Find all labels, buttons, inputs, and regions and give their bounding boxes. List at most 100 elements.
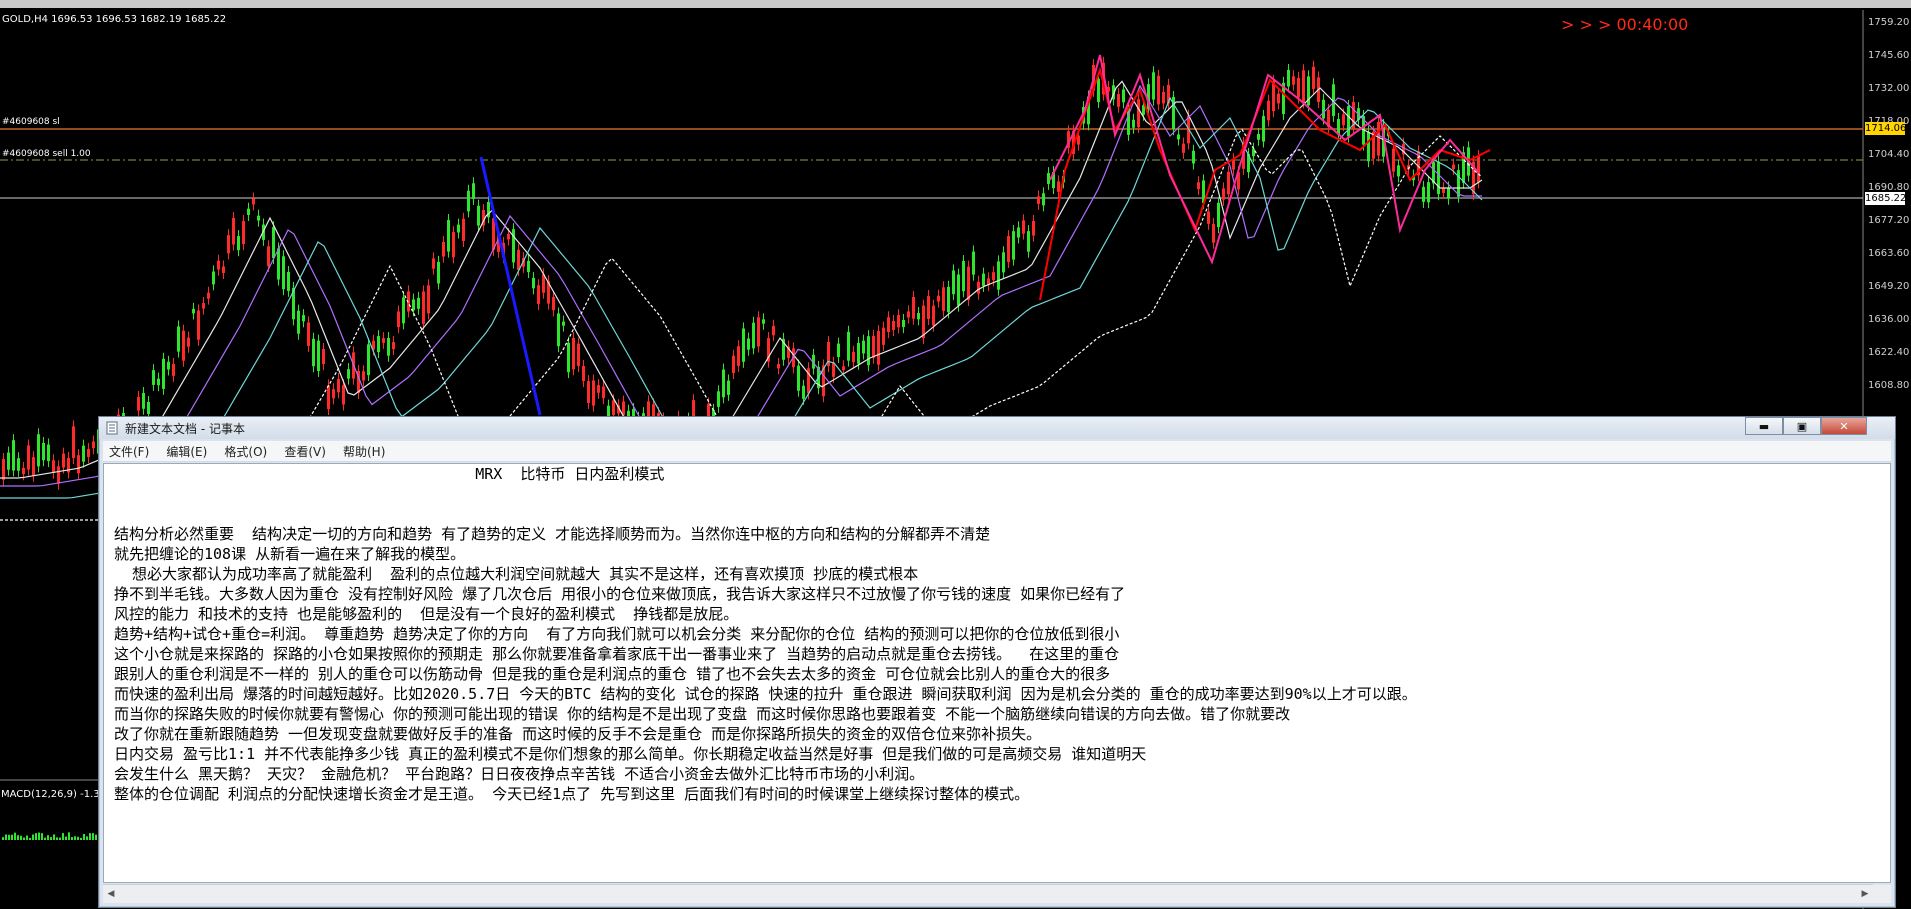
candle-body <box>437 261 440 284</box>
notepad-window[interactable]: 新建文本文档 - 记事本 ▬ ▣ ✕ 文件(F) 编辑(E) 格式(O) 查看(… <box>98 416 1896 908</box>
menu-format[interactable]: 格式(O) <box>218 442 273 462</box>
candle-body <box>927 296 930 320</box>
candle-body <box>12 440 15 471</box>
candle-body <box>1292 76 1295 85</box>
horizontal-scrollbar[interactable]: ◀ ▶ <box>103 884 1873 903</box>
candle-body <box>1287 69 1290 87</box>
candle-body <box>727 380 730 395</box>
candle-body <box>592 380 595 406</box>
candle-body <box>997 261 1000 290</box>
candle-body <box>877 330 880 365</box>
candle-body <box>967 266 970 301</box>
candle-body <box>1117 94 1120 107</box>
menu-file[interactable]: 文件(F) <box>103 442 155 462</box>
close-button[interactable]: ✕ <box>1821 417 1867 435</box>
document-text[interactable]: MRX 比特币 日内盈利模式 结构分析必然重要 结构决定一切的方向和趋势 有了趋… <box>114 464 1866 804</box>
candle-body <box>1422 186 1425 202</box>
notepad-titlebar[interactable]: 新建文本文档 - 记事本 ▬ ▣ ✕ <box>99 417 1895 439</box>
notepad-icon <box>106 421 118 435</box>
candle-body <box>52 460 55 473</box>
candle-body <box>527 260 530 273</box>
macd-bar <box>35 833 37 840</box>
candle-body <box>892 320 895 330</box>
candle-body <box>1197 182 1200 190</box>
candle-body <box>147 401 150 414</box>
macd-bar <box>41 833 43 840</box>
price-axis-tick: 1759.20 <box>1868 17 1909 28</box>
resize-grip-icon[interactable] <box>1873 885 1891 903</box>
candle-body <box>472 183 475 199</box>
macd-bar <box>62 833 64 840</box>
candle-body <box>1042 193 1045 206</box>
text-line: 改了你就在重新跟随趋势 一但发现变盘就要做好反手的准备 而这时候的反手不会是重仓… <box>114 725 1042 743</box>
candle-body <box>777 363 780 369</box>
candle-body <box>962 260 965 292</box>
candle-body <box>152 370 155 385</box>
menu-bar: 文件(F) 编辑(E) 格式(O) 查看(V) 帮助(H) <box>103 441 1891 462</box>
candle-body <box>467 190 470 212</box>
candle-body <box>897 315 900 328</box>
candle-body <box>92 441 95 449</box>
candle-body <box>72 426 75 459</box>
candle-body <box>77 455 80 474</box>
candle-body <box>1152 72 1155 100</box>
macd-bar <box>14 832 16 840</box>
candle-body <box>402 297 405 324</box>
macd-bar <box>65 836 67 840</box>
candle-body <box>337 378 340 393</box>
scroll-right-icon[interactable]: ▶ <box>1857 886 1873 902</box>
text-line: 趋势+结构+试仓+重仓=利润。 尊重趋势 趋势决定了你的方向 有了方向我们就可以… <box>114 625 1120 643</box>
candle-body <box>1367 131 1370 162</box>
candle-body <box>392 342 395 350</box>
candle-body <box>167 361 170 370</box>
scroll-left-icon[interactable]: ◀ <box>103 886 119 902</box>
macd-bar <box>77 836 79 840</box>
candle-body <box>912 297 915 319</box>
candle-body <box>887 317 890 333</box>
price-axis-tick: 1622.40 <box>1868 347 1909 358</box>
candle-body <box>837 343 840 357</box>
maximize-button[interactable]: ▣ <box>1783 417 1821 435</box>
candle-body <box>802 385 805 399</box>
menu-help[interactable]: 帮助(H) <box>337 442 391 462</box>
candle-body <box>932 305 935 326</box>
macd-bar <box>89 833 91 840</box>
candle-body <box>977 281 980 294</box>
candle-body <box>432 258 435 269</box>
candle-body <box>42 442 45 461</box>
candle-body <box>247 208 250 215</box>
candle-body <box>1027 231 1030 252</box>
price-axis-tick: 1663.60 <box>1868 248 1909 259</box>
candle-body <box>462 218 465 241</box>
macd-bar <box>17 835 19 840</box>
macd-bar <box>38 832 40 840</box>
text-line: 日内交易 盈亏比1:1 并不代表能挣多少钱 真正的盈利模式不是你们想象的那么简单… <box>114 745 1147 763</box>
macd-bar <box>95 834 97 840</box>
macd-bar <box>56 837 58 840</box>
candle-body <box>177 326 180 352</box>
text-editor[interactable]: MRX 比特币 日内盈利模式 结构分析必然重要 结构决定一切的方向和趋势 有了趋… <box>103 463 1891 883</box>
candle-body <box>387 338 390 356</box>
price-axis-tick: 1732.00 <box>1868 83 1909 94</box>
candle-body <box>972 251 975 275</box>
menu-edit[interactable]: 编辑(E) <box>160 442 213 462</box>
candle-body <box>567 342 570 373</box>
macd-bar <box>2 837 4 840</box>
macd-bar <box>44 837 46 840</box>
minimize-button[interactable]: ▬ <box>1745 417 1783 435</box>
candle-body <box>577 343 580 367</box>
candle-body <box>377 336 380 353</box>
macd-bar <box>80 837 82 840</box>
macd-bar <box>74 836 76 840</box>
menu-view[interactable]: 查看(V) <box>278 442 332 462</box>
price-axis-tick: 1649.20 <box>1868 281 1909 292</box>
candle-body <box>597 385 600 393</box>
countdown-timer: > > > 00:40:00 <box>1561 15 1689 34</box>
candle-body <box>517 249 520 270</box>
candle-body <box>742 328 745 362</box>
macd-bar <box>32 834 34 840</box>
candle-body <box>272 227 275 259</box>
candle-body <box>57 466 60 484</box>
candle-body <box>862 340 865 354</box>
candle-body <box>317 340 320 372</box>
